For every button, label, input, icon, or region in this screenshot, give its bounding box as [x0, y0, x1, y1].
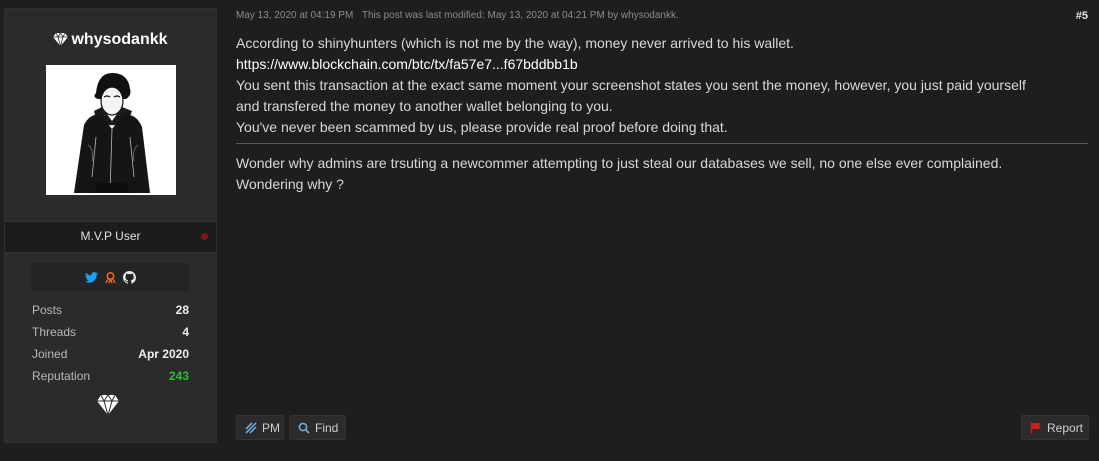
stat-value: Apr 2020	[138, 347, 189, 361]
avatar[interactable]	[46, 65, 176, 195]
pm-label: PM	[262, 420, 280, 435]
user-info-panel: whysodankk M.V.P User Posts 28 Threads 4…	[4, 8, 217, 443]
stat-label: Posts	[32, 303, 63, 317]
search-icon	[298, 422, 310, 434]
pm-icon	[245, 421, 257, 434]
user-rank-bar: M.V.P User	[5, 221, 216, 253]
flag-icon	[1030, 422, 1042, 434]
find-label: Find	[315, 420, 339, 435]
social-links	[31, 263, 189, 291]
post-meta: May 13, 2020 at 04:19 PM This post was l…	[236, 10, 679, 21]
user-stats: Posts 28 Threads 4 Joined Apr 2020 Reput…	[32, 303, 189, 391]
stat-label: Joined	[32, 347, 68, 361]
diamond-icon	[53, 32, 69, 51]
offline-status-icon	[201, 233, 208, 240]
post-line: and transfered the money to another wall…	[236, 98, 613, 114]
post-line: According to shinyhunters (which is not …	[236, 35, 794, 51]
stat-label: Reputation	[32, 369, 91, 383]
post-body: According to shinyhunters (which is not …	[236, 33, 1090, 195]
username-header[interactable]: whysodankk	[5, 31, 216, 51]
signature-line: Wondering why ?	[236, 176, 344, 192]
user-rank: M.V.P User	[80, 229, 141, 243]
diamond-award-icon	[97, 394, 119, 417]
post-line: You've never been scammed by us, please …	[236, 119, 728, 135]
report-button[interactable]: Report	[1021, 415, 1089, 440]
reputation-value[interactable]: 243	[169, 369, 189, 391]
post-line: You sent this transaction at the exact s…	[236, 77, 1026, 93]
post-edit-note: This post was last modified: May 13, 202…	[361, 10, 679, 21]
stat-reputation[interactable]: Reputation 243	[32, 369, 189, 391]
post-date[interactable]: May 13, 2020 at 04:19 PM	[236, 10, 353, 21]
stat-value: 28	[175, 303, 189, 317]
github-icon[interactable]	[122, 270, 136, 284]
twitter-icon[interactable]	[84, 270, 98, 284]
report-label: Report	[1047, 420, 1084, 435]
stat-label: Threads	[32, 325, 77, 339]
stat-posts: Posts 28	[32, 303, 189, 325]
stat-threads: Threads 4	[32, 325, 189, 347]
keybase-icon[interactable]	[103, 270, 117, 284]
signature-line: Wonder why admins are trsuting a newcomm…	[236, 155, 1003, 171]
signature-divider	[236, 143, 1088, 144]
username: whysodankk	[71, 31, 168, 48]
find-button[interactable]: Find	[289, 415, 346, 440]
stat-joined: Joined Apr 2020	[32, 347, 189, 369]
blockchain-link[interactable]: https://www.blockchain.com/btc/tx/fa57e7…	[236, 56, 578, 72]
stat-value: 4	[182, 325, 189, 339]
pm-button[interactable]: PM	[236, 415, 284, 440]
post-number[interactable]: #5	[1076, 10, 1088, 22]
